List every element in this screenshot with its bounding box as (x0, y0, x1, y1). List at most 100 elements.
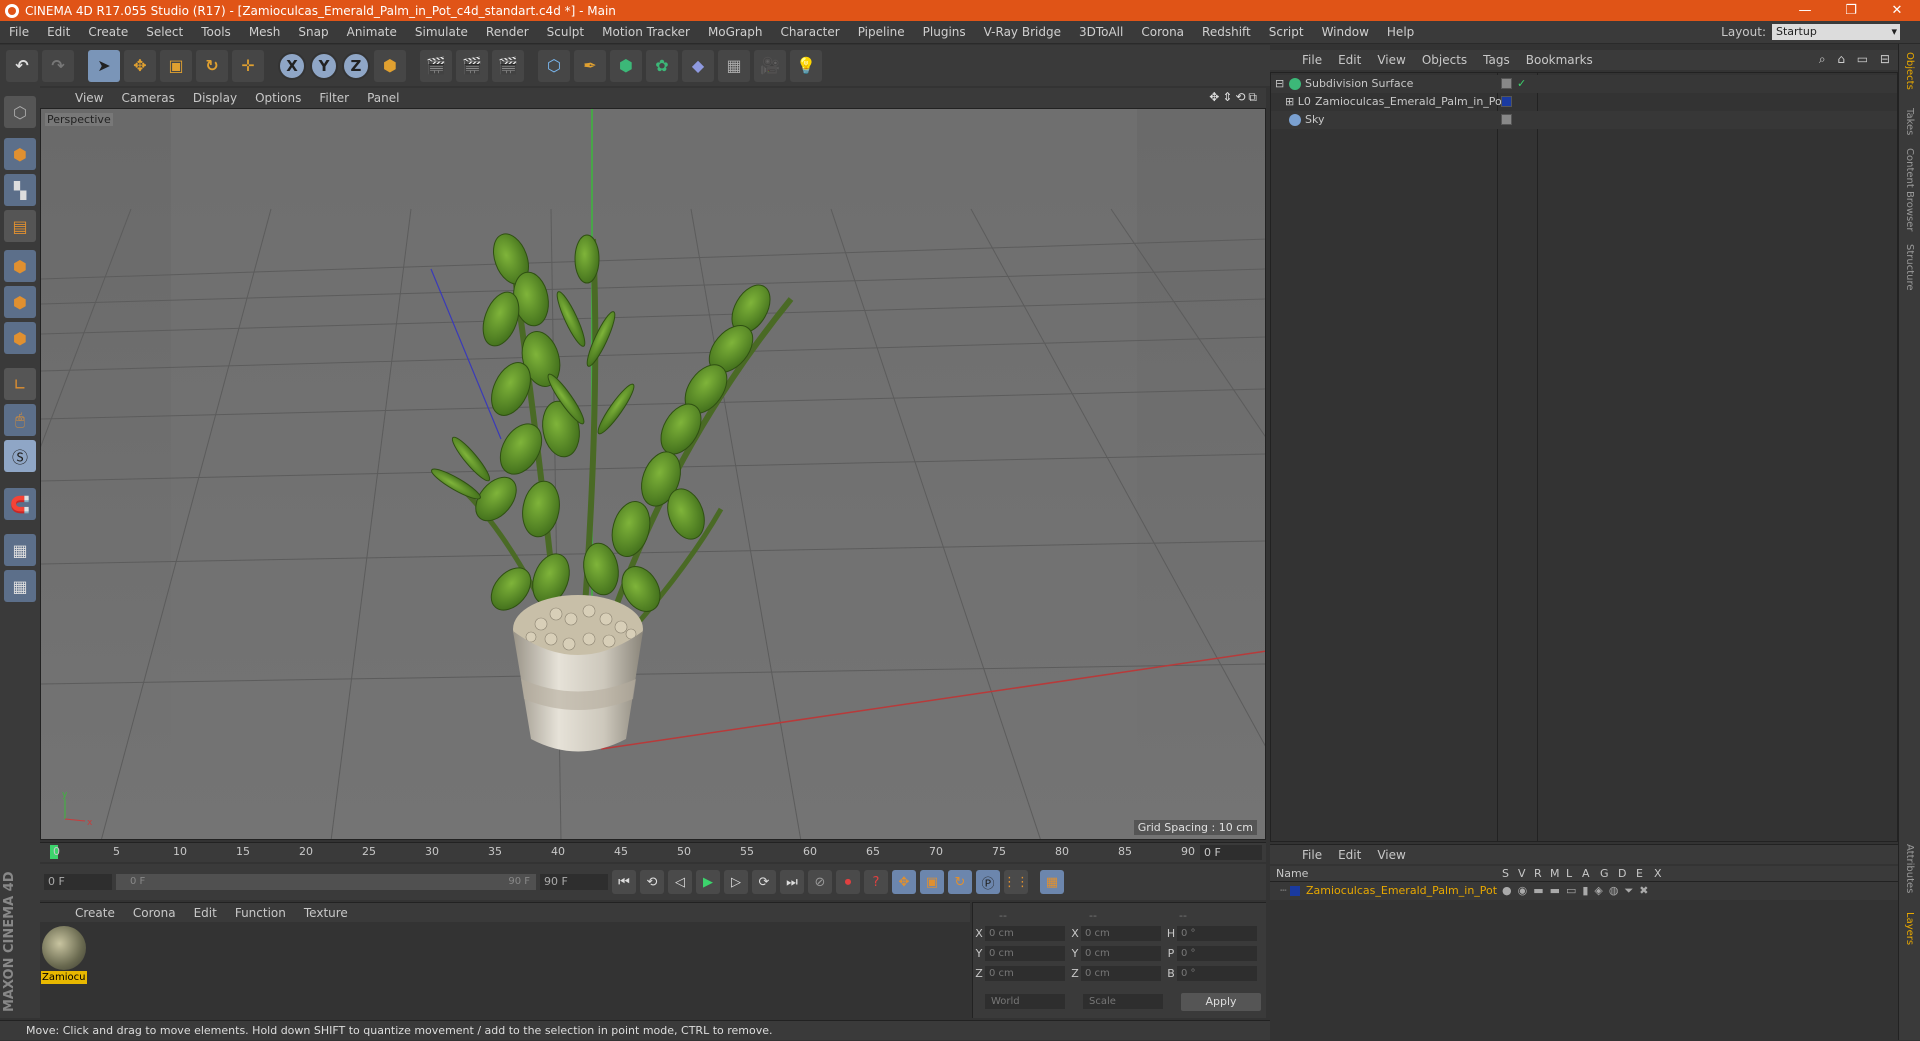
make-editable-icon[interactable]: ⬡ (4, 96, 36, 128)
current-frame-field[interactable]: 0 F (1200, 845, 1262, 860)
menu-window[interactable]: Window (1313, 25, 1378, 39)
viewport-navigation-icons[interactable]: ✥⇕⟲⧉ (1209, 90, 1260, 105)
menu-animate[interactable]: Animate (338, 25, 406, 39)
position-x-field[interactable]: 0 cm (985, 925, 1065, 941)
object-menu-bookmarks[interactable]: Bookmarks (1518, 53, 1601, 67)
menu-redshift[interactable]: Redshift (1193, 25, 1260, 39)
z-axis-lock-icon[interactable]: Z (342, 51, 370, 80)
end-frame-field[interactable]: 90 F (540, 874, 608, 890)
x-axis-lock-icon[interactable]: X (278, 51, 306, 80)
floor-environment-icon[interactable]: ▦ (718, 49, 750, 82)
subdivision-surface-icon[interactable]: ⬢ (610, 49, 642, 82)
menu-help[interactable]: Help (1378, 25, 1423, 39)
workplane-mode-icon[interactable]: ▤ (4, 210, 36, 242)
object-menu-view[interactable]: View (1369, 53, 1413, 67)
y-axis-lock-icon[interactable]: Y (310, 51, 338, 80)
coordinate-space-dropdown[interactable]: World (985, 994, 1065, 1009)
light-icon[interactable]: 💡 (790, 49, 822, 82)
menu-tools[interactable]: Tools (192, 25, 240, 39)
object-row-zamioculcas[interactable]: ⊞ L0 Zamioculcas_Emerald_Palm_in_Pot (1271, 93, 1897, 111)
material-name-label[interactable]: Zamiocu (41, 971, 87, 984)
live-selection-icon[interactable]: ➤ (88, 49, 120, 82)
scale-tool-icon[interactable]: ▣ (160, 49, 192, 82)
menu-create[interactable]: Create (79, 25, 137, 39)
points-mode-icon[interactable]: ⬢ (4, 250, 36, 282)
render-settings-icon[interactable]: 🎬 (492, 49, 524, 82)
viewport-menu-view[interactable]: View (66, 91, 112, 105)
object-manager-tools-icons[interactable]: ⌕ ⌂ ▭ ⊟ (1819, 52, 1894, 67)
keyframe-selection-icon[interactable]: ? (864, 870, 888, 894)
apply-button[interactable]: Apply (1181, 993, 1261, 1011)
object-menu-tags[interactable]: Tags (1475, 53, 1518, 67)
edges-mode-icon[interactable]: ⬢ (4, 286, 36, 318)
perspective-viewport[interactable]: y x Perspective Grid Spacing : 10 cm (40, 108, 1266, 840)
tab-content-browser[interactable]: Content Browser (1904, 148, 1915, 231)
rotation-b-field[interactable]: 0 ° (1177, 965, 1257, 981)
key-position-icon[interactable]: ✥ (892, 870, 916, 894)
visibility-dots-icon[interactable] (1501, 114, 1512, 125)
viewport-menu-cameras[interactable]: Cameras (112, 91, 183, 105)
tweak-mode-icon[interactable]: 🖱 (4, 404, 36, 436)
go-to-start-icon[interactable]: ⏮ (612, 870, 636, 894)
cloner-icon[interactable]: ✿ (646, 49, 678, 82)
recent-tool-icon[interactable]: ✛ (232, 49, 264, 82)
menu-pipeline[interactable]: Pipeline (849, 25, 914, 39)
menu-file[interactable]: File (0, 25, 38, 39)
material-thumbnail[interactable] (42, 926, 86, 970)
rotation-p-field[interactable]: 0 ° (1177, 945, 1257, 961)
menu-edit[interactable]: Edit (38, 25, 79, 39)
expand-toggle-icon[interactable]: ⊟ (1275, 75, 1289, 93)
key-scale-icon[interactable]: ▣ (920, 870, 944, 894)
layer-row[interactable]: ┄ Zamioculcas_Emerald_Palm_in_Pot ●◉▬▬▭▮… (1270, 882, 1898, 900)
undo-icon[interactable]: ↶ (6, 49, 38, 82)
layer-menu-edit[interactable]: Edit (1330, 848, 1369, 862)
menu-mesh[interactable]: Mesh (240, 25, 290, 39)
enable-quantizing-icon[interactable]: 🧲 (4, 488, 36, 520)
layer-color-tag-icon[interactable] (1501, 96, 1512, 107)
planar-workplane-icon[interactable]: ▦ (4, 570, 36, 602)
key-rotation-icon[interactable]: ↻ (948, 870, 972, 894)
autokeying-icon[interactable]: ⏺ (836, 870, 860, 894)
viewport-menu-filter[interactable]: Filter (310, 91, 358, 105)
viewport-menu-display[interactable]: Display (184, 91, 246, 105)
size-mode-dropdown[interactable]: Scale (1083, 994, 1163, 1009)
start-frame-field[interactable]: 0 F (44, 874, 112, 890)
tab-layers[interactable]: Layers (1904, 912, 1915, 945)
position-y-field[interactable]: 0 cm (985, 945, 1065, 961)
viewport-menu-panel[interactable]: Panel (358, 91, 408, 105)
menu-select[interactable]: Select (137, 25, 192, 39)
material-menu-create[interactable]: Create (66, 906, 124, 920)
close-button[interactable]: ✕ (1874, 3, 1920, 18)
menu-simulate[interactable]: Simulate (406, 25, 477, 39)
restore-button[interactable]: ❐ (1828, 3, 1874, 18)
size-x-field[interactable]: 0 cm (1081, 925, 1161, 941)
preview-range-slider[interactable]: 0 F 90 F (116, 874, 536, 890)
texture-mode-icon[interactable]: ▚ (4, 174, 36, 206)
minimize-button[interactable]: — (1782, 3, 1828, 18)
material-menu-function[interactable]: Function (226, 906, 295, 920)
menu-vray-bridge[interactable]: V-Ray Bridge (975, 25, 1070, 39)
size-z-field[interactable]: 0 cm (1081, 965, 1161, 981)
previous-key-icon[interactable]: ⟲ (640, 870, 664, 894)
pen-spline-icon[interactable]: ✒ (574, 49, 606, 82)
layer-menu-view[interactable]: View (1369, 848, 1413, 862)
key-parameter-icon[interactable]: Ⓟ (976, 870, 1000, 894)
menu-sculpt[interactable]: Sculpt (538, 25, 593, 39)
object-row-sky[interactable]: Sky (1271, 111, 1897, 129)
key-point-level-icon[interactable]: ⋮⋮ (1003, 870, 1029, 894)
position-z-field[interactable]: 0 cm (985, 965, 1065, 981)
object-menu-file[interactable]: File (1294, 53, 1330, 67)
menu-render[interactable]: Render (477, 25, 538, 39)
menu-corona[interactable]: Corona (1132, 25, 1193, 39)
layout-dropdown[interactable]: Startup (1772, 24, 1900, 40)
cube-primitive-icon[interactable]: ⬡ (538, 49, 570, 82)
layer-menu-file[interactable]: File (1294, 848, 1330, 862)
move-tool-icon[interactable]: ✥ (124, 49, 156, 82)
record-active-objects-icon[interactable]: ⊘ (808, 870, 832, 894)
snapping-icon[interactable]: Ⓢ (4, 440, 36, 472)
axis-mode-icon[interactable]: ∟ (4, 368, 36, 400)
previous-frame-icon[interactable]: ◁ (668, 870, 692, 894)
size-y-field[interactable]: 0 cm (1081, 945, 1161, 961)
tab-structure[interactable]: Structure (1904, 244, 1915, 291)
layer-flag-icons[interactable]: ●◉▬▬▭▮◈◍⏷✖ (1502, 882, 1655, 900)
